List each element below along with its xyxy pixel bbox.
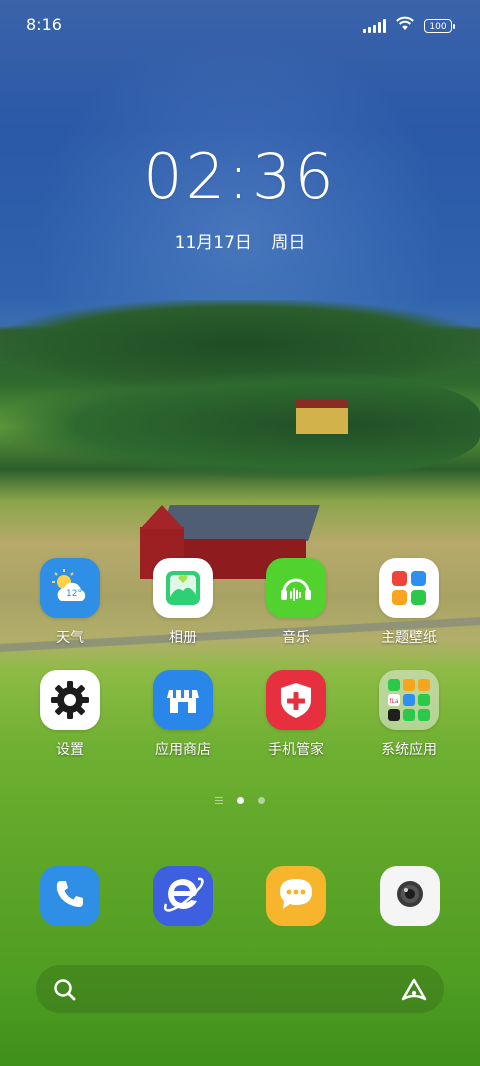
dock-messages-button[interactable]	[266, 866, 326, 926]
music-icon	[266, 558, 326, 618]
camera-icon	[390, 874, 430, 918]
folder-mini-label: fLa	[389, 698, 398, 705]
yellow-house	[296, 400, 348, 434]
dock-camera-button[interactable]	[380, 866, 440, 926]
status-icons: 100	[363, 16, 455, 35]
app-label: 音乐	[282, 630, 310, 646]
page-indicator[interactable]	[0, 797, 480, 804]
gallery-icon	[153, 558, 213, 618]
status-bar: 8:16 100	[0, 0, 480, 50]
date-text: 11月17日	[174, 233, 252, 253]
app-label: 相册	[169, 630, 197, 646]
weather-icon: 12°	[40, 558, 100, 618]
app-weather[interactable]: 12° 天气	[20, 558, 120, 647]
app-themes[interactable]: 主题壁纸	[359, 558, 459, 647]
app-settings[interactable]: 设置	[20, 670, 120, 759]
phone-icon	[52, 876, 88, 916]
dock-browser-button[interactable]	[153, 866, 213, 926]
app-phone-manager[interactable]: 手机管家	[246, 670, 346, 759]
page-dot[interactable]	[258, 797, 265, 804]
browser-icon	[161, 872, 205, 920]
phone-manager-icon	[266, 670, 326, 730]
app-store-icon	[153, 670, 213, 730]
clock-time[interactable]: 02:36	[0, 140, 480, 213]
feed-page-icon[interactable]	[215, 797, 223, 804]
app-label: 应用商店	[155, 742, 211, 758]
gear-icon	[40, 670, 100, 730]
page-dot-active[interactable]	[237, 797, 244, 804]
app-music[interactable]: 音乐	[246, 558, 346, 647]
status-time: 8:16	[26, 15, 62, 34]
wifi-icon	[395, 16, 415, 35]
app-label: 主题壁纸	[381, 630, 437, 646]
battery-icon: 100	[424, 18, 455, 33]
themes-icon	[379, 558, 439, 618]
app-label: 手机管家	[268, 742, 324, 758]
app-label: 设置	[56, 742, 84, 758]
folder-icon: fLa	[379, 670, 439, 730]
weekday-text: 周日	[271, 233, 306, 253]
folder-system-apps[interactable]: fLa 系统应用	[359, 670, 459, 759]
clock-date[interactable]: 11月17日 周日	[0, 228, 480, 253]
search-bar[interactable]	[36, 965, 444, 1013]
search-icon[interactable]	[52, 977, 78, 1007]
app-label: 系统应用	[381, 742, 437, 758]
weather-temperature: 12°	[66, 589, 82, 599]
app-gallery[interactable]: 相册	[133, 558, 233, 647]
app-store[interactable]: 应用商店	[133, 670, 233, 759]
messages-icon	[275, 874, 317, 918]
assistant-icon[interactable]	[400, 977, 428, 1007]
app-label: 天气	[56, 630, 84, 646]
dock-phone-button[interactable]	[40, 866, 100, 926]
cellular-signal-icon	[363, 18, 386, 33]
treeline	[0, 370, 480, 480]
